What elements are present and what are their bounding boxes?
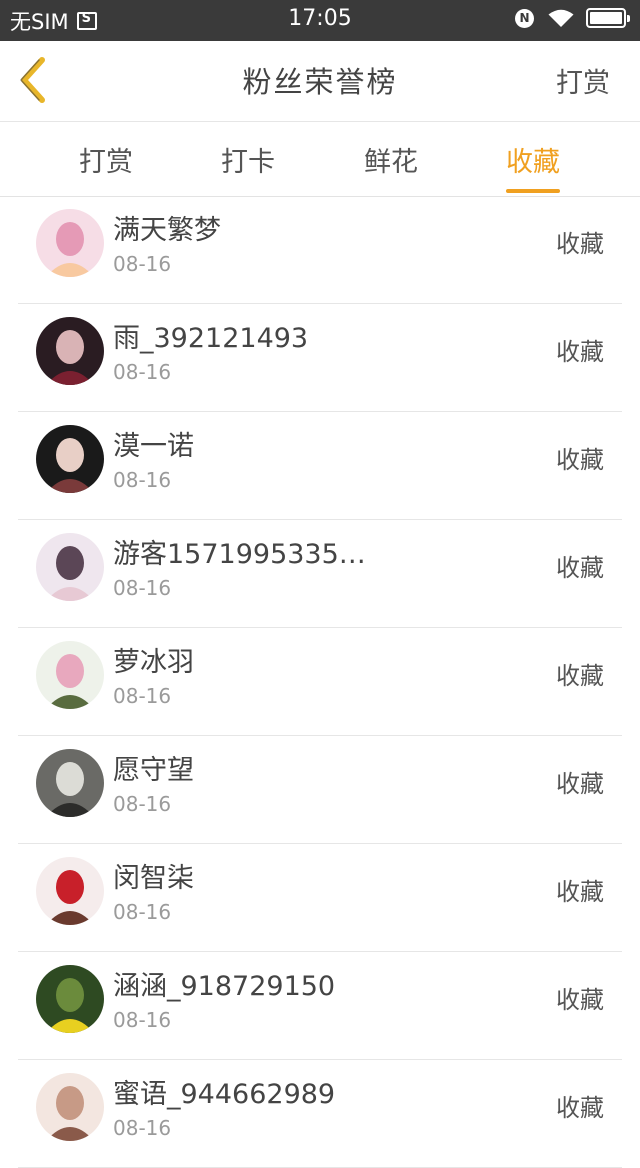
list-item[interactable]: 雨_392121493 08-16 收藏 (0, 304, 640, 412)
avatar-image (36, 317, 104, 385)
fan-action-label: 收藏 (556, 986, 604, 1014)
tab-checkin[interactable]: 打卡 (221, 140, 275, 179)
fan-name: 蜜语_944662989 (113, 1079, 336, 1110)
tab-flowers[interactable]: 鲜花 (364, 140, 418, 179)
fan-date: 08-16 (113, 1116, 172, 1140)
fan-action-label: 收藏 (556, 230, 604, 258)
avatar[interactable] (36, 317, 104, 385)
fan-name: 闵智柒 (113, 863, 194, 894)
tab-favorites[interactable]: 收藏 (506, 140, 560, 193)
tab-label: 鲜花 (364, 147, 418, 178)
tab-label: 打卡 (221, 147, 275, 178)
fan-name: 雨_392121493 (113, 323, 309, 354)
fan-action-label: 收藏 (556, 878, 604, 906)
fan-date: 08-16 (113, 792, 172, 816)
avatar[interactable] (36, 1073, 104, 1141)
avatar-image (36, 533, 104, 601)
active-tab-indicator (506, 189, 560, 193)
status-bar: 无SIM S 17:05 N (0, 0, 640, 41)
fan-date: 08-16 (113, 576, 172, 600)
fan-list: 满天繁梦 08-16 收藏 雨_392121493 08-16 收藏 漠一诺 0… (0, 196, 640, 1168)
list-item[interactable]: 愿守望 08-16 收藏 (0, 736, 640, 844)
avatar[interactable] (36, 857, 104, 925)
avatar-image (36, 1073, 104, 1141)
tab-reward[interactable]: 打赏 (79, 140, 133, 179)
avatar[interactable] (36, 749, 104, 817)
battery-icon (586, 8, 630, 28)
reward-button[interactable]: 打赏 (556, 61, 610, 100)
list-item[interactable]: 涵涵_918729150 08-16 收藏 (0, 952, 640, 1060)
avatar[interactable] (36, 425, 104, 493)
fan-date: 08-16 (113, 252, 172, 276)
avatar[interactable] (36, 641, 104, 709)
nfc-icon: N (515, 8, 534, 28)
avatar-image (36, 857, 104, 925)
tab-label: 打赏 (79, 147, 133, 178)
status-right: N (515, 8, 630, 28)
tab-label: 收藏 (506, 147, 560, 178)
tab-bar: 打赏 打卡 鲜花 收藏 (0, 122, 640, 197)
avatar[interactable] (36, 209, 104, 277)
list-item[interactable]: 蜜语_944662989 08-16 收藏 (0, 1060, 640, 1168)
fan-date: 08-16 (113, 468, 172, 492)
fan-date: 08-16 (113, 684, 172, 708)
wifi-icon (548, 9, 574, 27)
fan-action-label: 收藏 (556, 770, 604, 798)
list-item[interactable]: 闵智柒 08-16 收藏 (0, 844, 640, 952)
avatar-image (36, 425, 104, 493)
list-item[interactable]: 满天繁梦 08-16 收藏 (0, 196, 640, 304)
nav-bar: 粉丝荣誉榜 打赏 (0, 41, 640, 122)
fan-date: 08-16 (113, 1008, 172, 1032)
fan-name: 涵涵_918729150 (113, 971, 336, 1002)
fan-name: 游客1571995335… (113, 539, 366, 570)
fan-date: 08-16 (113, 360, 172, 384)
fan-action-label: 收藏 (556, 1094, 604, 1122)
list-item[interactable]: 萝冰羽 08-16 收藏 (0, 628, 640, 736)
fan-action-label: 收藏 (556, 446, 604, 474)
fan-action-label: 收藏 (556, 554, 604, 582)
fan-name: 愿守望 (113, 755, 194, 786)
avatar-image (36, 965, 104, 1033)
fan-name: 漠一诺 (113, 431, 194, 462)
page-title: 粉丝荣誉榜 (242, 65, 398, 99)
avatar-image (36, 749, 104, 817)
avatar-image (36, 641, 104, 709)
avatar[interactable] (36, 965, 104, 1033)
avatar-image (36, 209, 104, 277)
fan-name: 萝冰羽 (113, 647, 194, 678)
fan-date: 08-16 (113, 900, 172, 924)
list-item[interactable]: 游客1571995335… 08-16 收藏 (0, 520, 640, 628)
fan-action-label: 收藏 (556, 662, 604, 690)
list-item[interactable]: 漠一诺 08-16 收藏 (0, 412, 640, 520)
fan-name: 满天繁梦 (113, 215, 221, 246)
fan-action-label: 收藏 (556, 338, 604, 366)
avatar[interactable] (36, 533, 104, 601)
